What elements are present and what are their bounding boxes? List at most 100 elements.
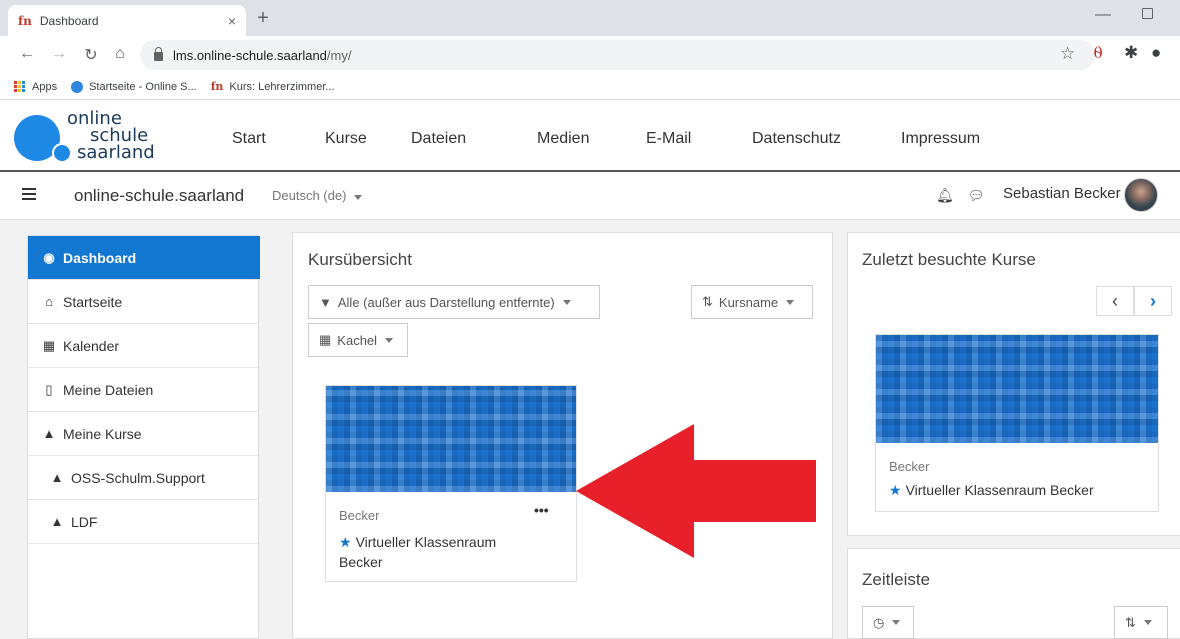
course-image[interactable] xyxy=(876,335,1158,443)
new-tab-button[interactable]: + xyxy=(252,7,274,30)
site-logo[interactable]: online schule saarland xyxy=(14,110,174,165)
file-icon: ▯ xyxy=(45,381,53,397)
course-image[interactable] xyxy=(326,386,576,492)
chevron-down-icon xyxy=(385,337,394,343)
sidebar-item-label: Kalender xyxy=(63,337,120,354)
sidebar-item-ldf[interactable]: ▲ LDF xyxy=(28,500,260,544)
view-label: Kachel xyxy=(337,332,378,348)
sidebar-item-dashboard[interactable]: ◉ Dashboard xyxy=(28,236,260,280)
course-category: Becker xyxy=(889,459,930,474)
bookmark-star-icon[interactable]: ☆ xyxy=(1060,44,1075,64)
sidebar-item-meine-kurse[interactable]: ▲ Meine Kurse xyxy=(28,412,260,456)
course-actions-menu[interactable]: ••• xyxy=(534,502,549,518)
chevron-down-icon xyxy=(354,195,363,200)
carousel-next-button[interactable]: › xyxy=(1134,286,1172,316)
forward-arrow-icon[interactable]: → xyxy=(50,45,68,63)
chevron-down-icon xyxy=(892,620,901,625)
recent-course-card[interactable]: Becker ★ Virtueller Klassenraum Becker xyxy=(875,334,1159,512)
home-icon: ⌂ xyxy=(45,294,53,309)
chevron-down-icon xyxy=(562,299,571,305)
notification-bell-icon[interactable]: 🔔︎ xyxy=(936,187,954,204)
timeline-filter-dropdown[interactable]: ◷ xyxy=(862,606,914,639)
sort-icon: ⇅ xyxy=(1125,614,1136,630)
star-icon: ★ xyxy=(339,534,352,550)
graduation-cap-icon: ▲ xyxy=(42,426,56,441)
extensions-puzzle-icon[interactable]: ✱ xyxy=(1124,43,1138,63)
url-path: /my/ xyxy=(326,47,352,63)
nav-start[interactable]: Start xyxy=(232,130,266,148)
nav-medien[interactable]: Medien xyxy=(537,130,589,148)
home-button-icon[interactable]: ⌂ xyxy=(111,45,129,63)
lock-icon xyxy=(154,46,163,61)
recent-courses-title: Zuletzt besuchte Kurse xyxy=(862,250,1036,269)
annotation-arrow xyxy=(576,424,816,558)
apps-grid-icon xyxy=(14,80,26,93)
sidebar-item-label: Startseite xyxy=(63,293,123,310)
graduation-cap-icon: ▲ xyxy=(50,470,64,485)
grid-view-icon: ▦ xyxy=(319,332,332,347)
sidebar-item-kalender[interactable]: ▦ Kalender xyxy=(28,324,260,368)
reload-icon[interactable]: ↻ xyxy=(82,45,100,65)
avatar[interactable] xyxy=(1124,178,1158,212)
nav-dateien[interactable]: Dateien xyxy=(411,130,466,148)
filter-icon: ▼ xyxy=(319,294,332,310)
sort-icon: ⇅ xyxy=(702,294,713,309)
sidebar-item-label: Meine Dateien xyxy=(63,381,154,398)
sidebar-nav: ◉ Dashboard ⌂ Startseite ▦ Kalender ▯ Me… xyxy=(27,235,260,639)
course-name: Virtueller Klassenraum Becker xyxy=(339,534,497,570)
sort-label: Kursname xyxy=(718,294,779,310)
sidebar-item-label: Dashboard xyxy=(63,249,137,266)
nav-email[interactable]: E-Mail xyxy=(646,130,691,148)
profile-icon[interactable]: ● xyxy=(1151,43,1161,63)
sidebar-item-meine-dateien[interactable]: ▯ Meine Dateien xyxy=(28,368,260,412)
course-card[interactable]: Becker ••• ★ Virtueller Klassenraum Becke… xyxy=(325,385,577,582)
chevron-down-icon xyxy=(786,299,795,305)
course-name-link[interactable]: ★ Virtueller Klassenraum Becker xyxy=(889,482,1094,499)
sidebar-item-startseite[interactable]: ⌂ Startseite xyxy=(28,280,260,324)
filter-label: Alle (außer aus Darstellung entfernte) xyxy=(337,294,555,310)
browser-tab[interactable]: fn Dashboard × xyxy=(8,5,246,36)
clock-icon: ◷ xyxy=(873,614,885,630)
timeline-title: Zeitleiste xyxy=(862,570,931,589)
messages-icon[interactable]: 💬︎ xyxy=(968,188,985,204)
nav-kurse[interactable]: Kurse xyxy=(325,130,367,148)
extension-pdf-icon[interactable]: ⍬ xyxy=(1093,43,1103,63)
site-favicon-icon: fn xyxy=(210,80,224,93)
site-name[interactable]: online-schule.saarland xyxy=(74,186,244,206)
window-restore-button[interactable] xyxy=(1142,8,1153,19)
language-label: Deutsch (de) xyxy=(272,188,347,203)
bookmark-apps[interactable]: Apps xyxy=(14,80,58,93)
timeline-sort-dropdown[interactable]: ⇅ xyxy=(1114,606,1168,639)
course-sort-dropdown[interactable]: ⇅ Kursname xyxy=(691,285,813,319)
sidebar-item-label: LDF xyxy=(71,513,98,530)
course-view-dropdown[interactable]: ▦ Kachel xyxy=(308,323,408,357)
bookmark-lehrerzimmer[interactable]: fn Kurs: Lehrerzimmer... xyxy=(211,80,335,93)
tab-close-icon[interactable]: × xyxy=(228,13,236,29)
back-arrow-icon[interactable]: ← xyxy=(18,45,36,63)
globe-icon xyxy=(71,80,84,93)
logo-text: saarland xyxy=(77,142,155,163)
address-bar[interactable]: lms.online-schule.saarland/my/ xyxy=(140,40,1095,70)
sidebar-item-label: Meine Kurse xyxy=(63,425,142,442)
course-name-link[interactable]: ★ Virtueller Klassenraum Becker xyxy=(339,532,529,572)
nav-impressum[interactable]: Impressum xyxy=(901,130,980,148)
site-favicon-icon: fn xyxy=(18,13,32,28)
sidebar-item-oss-support[interactable]: ▲ OSS-Schulm.Support xyxy=(28,456,260,500)
graduation-cap-icon: ▲ xyxy=(50,514,64,529)
nav-datenschutz[interactable]: Datenschutz xyxy=(752,130,841,148)
bookmark-label: Apps xyxy=(32,80,58,93)
carousel-prev-button[interactable]: ‹ xyxy=(1096,286,1134,316)
calendar-icon: ▦ xyxy=(42,337,56,353)
course-overview-title: Kursübersicht xyxy=(308,250,412,269)
dashboard-icon: ◉ xyxy=(43,249,55,265)
window-minimize-button[interactable]: — xyxy=(1095,6,1111,24)
bookmark-label: Startseite - Online S... xyxy=(89,80,197,93)
url-host: lms.online-schule.saarland xyxy=(173,47,327,63)
chevron-down-icon xyxy=(1143,620,1152,625)
course-filter-dropdown[interactable]: ▼ Alle (außer aus Darstellung entfernte) xyxy=(308,285,600,319)
language-selector[interactable]: Deutsch (de) xyxy=(272,188,363,203)
bookmark-label: Kurs: Lehrerzimmer... xyxy=(229,80,335,93)
hamburger-menu-icon[interactable] xyxy=(22,188,36,200)
user-name[interactable]: Sebastian Becker xyxy=(1003,185,1121,202)
bookmark-startseite[interactable]: Startseite - Online S... xyxy=(71,80,197,93)
